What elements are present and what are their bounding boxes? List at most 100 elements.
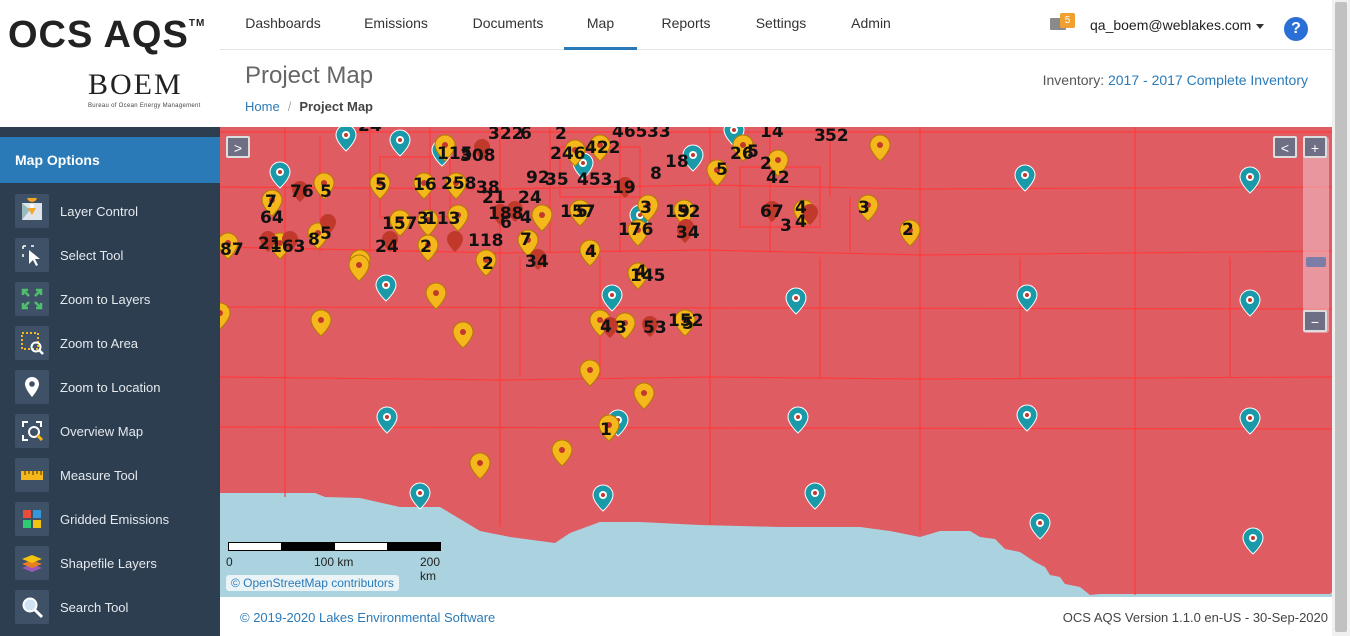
svg-text:8: 8 xyxy=(308,230,320,250)
svg-text:4: 4 xyxy=(585,242,597,262)
mail-count-badge: 5 xyxy=(1060,13,1075,28)
inventory-selector: Inventory: 2017 - 2017 Complete Inventor… xyxy=(1043,72,1308,88)
sidebar-item-measure-tool[interactable]: Measure Tool xyxy=(0,453,220,497)
sidebar-item-zoom-to-area[interactable]: Zoom to Area xyxy=(0,321,220,365)
breadcrumb-home[interactable]: Home xyxy=(245,99,280,114)
agency-full-name: Bureau of Ocean Energy Management xyxy=(88,103,201,109)
svg-text:5: 5 xyxy=(747,142,759,162)
sidebar-item-select-tool[interactable]: Select Tool xyxy=(0,233,220,277)
svg-text:5: 5 xyxy=(576,202,588,222)
svg-text:163: 163 xyxy=(270,237,306,257)
svg-text:7: 7 xyxy=(520,230,532,250)
svg-text:2: 2 xyxy=(902,220,914,240)
shapefile-layers-icon xyxy=(15,546,49,580)
sidebar-item-zoom-to-layers[interactable]: Zoom to Layers xyxy=(0,277,220,321)
svg-text:422: 422 xyxy=(585,138,621,158)
svg-text:24: 24 xyxy=(358,127,382,136)
scale-segment xyxy=(228,542,282,551)
vertical-scrollbar[interactable] xyxy=(1332,0,1350,636)
footer-copyright[interactable]: © 2019-2020 Lakes Environmental Software xyxy=(240,610,495,625)
svg-text:4: 4 xyxy=(600,317,612,337)
svg-text:6: 6 xyxy=(500,213,512,233)
zoom-slider[interactable] xyxy=(1303,137,1329,333)
sidebar-item-gridded-emissions[interactable]: Gridded Emissions xyxy=(0,497,220,541)
sidebar-item-zoom-to-location[interactable]: Zoom to Location xyxy=(0,365,220,409)
svg-text:14: 14 xyxy=(760,127,784,142)
nav-settings[interactable]: Settings xyxy=(738,0,824,50)
sidebar-item-label: Select Tool xyxy=(60,247,124,263)
zoom-slider-handle[interactable] xyxy=(1306,257,1326,267)
svg-text:4: 4 xyxy=(795,212,807,232)
sidebar-item-label: Overview Map xyxy=(60,423,144,439)
sidebar-item-layer-control[interactable]: Layer Control xyxy=(0,189,220,233)
zoom-in-button[interactable]: + xyxy=(1303,136,1327,158)
sidebar-item-label: Shapefile Layers xyxy=(60,555,157,571)
svg-text:453: 453 xyxy=(577,170,613,190)
map-canvas[interactable]: 243226 246533 14352 115308246 422265 183… xyxy=(220,127,1332,597)
svg-text:4: 4 xyxy=(635,262,647,282)
sidebar-item-label: Layer Control xyxy=(60,203,139,219)
top-navigation: Dashboards Emissions Documents Map Repor… xyxy=(220,0,1332,50)
svg-text:1: 1 xyxy=(600,420,612,440)
scrollbar-thumb[interactable] xyxy=(1335,2,1347,632)
svg-text:52: 52 xyxy=(825,127,849,146)
svg-text:258: 258 xyxy=(441,174,477,194)
svg-text:246: 246 xyxy=(550,144,586,164)
collapse-panel-button[interactable]: < xyxy=(1273,136,1297,158)
agency-logo: BOEM xyxy=(88,68,183,101)
nav-dashboards[interactable]: Dashboards xyxy=(232,0,334,50)
svg-text:34: 34 xyxy=(676,223,700,243)
map-options-header[interactable]: Map Options xyxy=(0,137,220,183)
user-menu[interactable]: qa_boem@weblakes.com xyxy=(1090,17,1265,33)
svg-text:308: 308 xyxy=(460,146,496,166)
measure-tool-icon xyxy=(15,458,49,492)
inventory-link[interactable]: 2017 - 2017 Complete Inventory xyxy=(1108,72,1308,88)
attribution-link[interactable]: © OpenStreetMap contributors xyxy=(231,576,394,590)
nav-reports[interactable]: Reports xyxy=(645,0,727,50)
user-email: qa_boem@weblakes.com xyxy=(1090,17,1252,33)
zoom-out-button[interactable]: − xyxy=(1303,310,1327,332)
sidebar-top-strip xyxy=(0,127,220,137)
svg-text:64: 64 xyxy=(260,208,284,228)
svg-text:118: 118 xyxy=(468,231,504,251)
overview-map-icon xyxy=(15,414,49,448)
nav-documents[interactable]: Documents xyxy=(458,0,558,50)
zoom-to-location-icon xyxy=(15,370,49,404)
logo-area[interactable]: OCS AQSTM BOEM Bureau of Ocean Energy Ma… xyxy=(0,0,220,127)
inventory-label: Inventory: xyxy=(1042,72,1105,88)
svg-text:16: 16 xyxy=(413,175,437,195)
project-map[interactable]: 243226 246533 14352 115308246 422265 183… xyxy=(220,127,1332,597)
svg-text:3: 3 xyxy=(780,216,792,236)
app-name: OCS AQS xyxy=(8,14,189,56)
scale-segment xyxy=(334,542,388,551)
footer: © 2019-2020 Lakes Environmental Software… xyxy=(220,597,1332,636)
breadcrumb: Home / Project Map xyxy=(245,99,373,114)
svg-text:19: 19 xyxy=(612,178,636,198)
help-icon[interactable]: ? xyxy=(1284,17,1308,41)
sidebar-item-shapefile-layers[interactable]: Shapefile Layers xyxy=(0,541,220,585)
svg-text:76: 76 xyxy=(290,182,314,202)
svg-text:87: 87 xyxy=(220,240,244,260)
svg-text:2: 2 xyxy=(420,237,432,257)
svg-text:322: 322 xyxy=(488,127,524,144)
nav-emissions[interactable]: Emissions xyxy=(350,0,442,50)
app-logo: OCS AQSTM xyxy=(8,14,205,57)
sidebar-item-overview-map[interactable]: Overview Map xyxy=(0,409,220,453)
svg-text:92: 92 xyxy=(526,168,550,188)
nav-map[interactable]: Map xyxy=(564,0,637,50)
chevron-down-icon xyxy=(1256,23,1265,29)
svg-text:3: 3 xyxy=(615,318,627,338)
sidebar-item-search-tool[interactable]: Search Tool xyxy=(0,585,220,629)
scale-label-200: 200 km xyxy=(420,555,441,583)
sidebar-item-label: Zoom to Location xyxy=(60,379,161,395)
svg-text:5: 5 xyxy=(320,224,332,244)
nav-admin[interactable]: Admin xyxy=(835,0,907,50)
expand-panel-button[interactable]: > xyxy=(226,136,250,158)
layer-control-icon xyxy=(15,194,49,228)
svg-text:3: 3 xyxy=(640,198,652,218)
svg-text:8: 8 xyxy=(650,164,662,184)
breadcrumb-current: Project Map xyxy=(299,99,373,114)
svg-text:5: 5 xyxy=(320,182,332,202)
gridded-emissions-icon xyxy=(15,502,49,536)
sidebar-item-label: Measure Tool xyxy=(60,467,138,483)
